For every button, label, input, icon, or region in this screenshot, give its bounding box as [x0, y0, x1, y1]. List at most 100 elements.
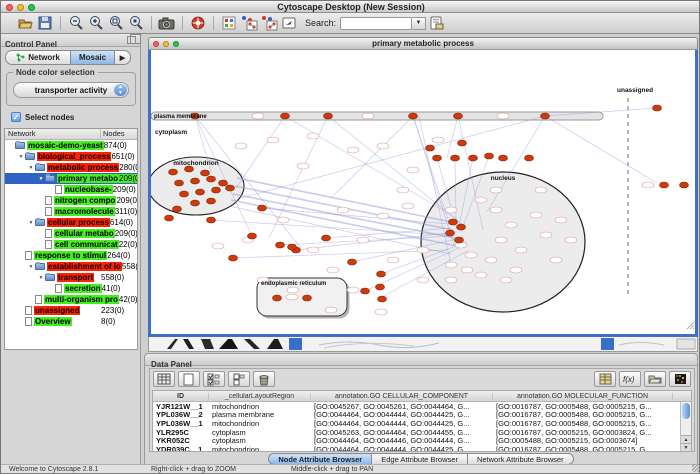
tree-row[interactable]: macromolecule311(0): [5, 206, 137, 217]
file-icon: [45, 240, 52, 249]
file-icon: [55, 284, 62, 293]
tree-row[interactable]: nucleobase-209(0): [5, 184, 137, 195]
attribute-table: ID_cellularLayoutRegionannotation.GO CEL…: [152, 390, 692, 452]
zoom-fit-icon[interactable]: [106, 14, 126, 32]
select-nodes-checkbox[interactable]: ✓: [11, 112, 21, 122]
matrix-icon[interactable]: [669, 371, 691, 387]
align-icon[interactable]: [259, 14, 279, 32]
tree-item-label: mosaic-demo-yeast: [27, 141, 104, 150]
column-header[interactable]: annotation.GO CELLULAR_COMPONENT: [311, 393, 493, 400]
tree-item-count: 8(0): [101, 317, 137, 326]
network-view-titlebar[interactable]: primary metabolic process: [148, 37, 698, 50]
tree-row[interactable]: ▼transport558(0): [5, 272, 137, 283]
tree-row[interactable]: nitrogen compo209(0): [5, 195, 137, 206]
table-icon[interactable]: [153, 371, 175, 387]
tree-item-label: secretion: [64, 284, 102, 293]
node-color-dropdown[interactable]: transporter activity ▲▼: [13, 82, 129, 98]
expander-icon[interactable]: ▼: [17, 154, 25, 160]
column-header[interactable]: ID: [153, 393, 209, 400]
save-table-icon[interactable]: [594, 371, 616, 387]
unselect-attributes-icon[interactable]: [228, 371, 250, 387]
function-builder-icon[interactable]: f(x): [619, 371, 641, 387]
tree-item-label: multi-organism pro: [44, 295, 119, 304]
new-attribute-icon[interactable]: [178, 371, 200, 387]
tree-item-label: macromolecule: [54, 207, 115, 216]
search-dropdown-arrow[interactable]: ▼: [412, 17, 426, 30]
tree-row[interactable]: ▼establishment of lo558(0): [5, 261, 137, 272]
search-config-icon[interactable]: [426, 14, 446, 32]
tree-row[interactable]: cell communicat22(0): [5, 239, 137, 250]
tree-row[interactable]: ▼ metabolic process280(0): [5, 162, 137, 173]
tree-item-count: 280(0): [119, 163, 138, 172]
tree-item-count: 209(0): [115, 229, 138, 238]
tree-item-label: unassigned: [34, 306, 80, 315]
tree-col-nodes: Nodes: [101, 129, 137, 139]
expander-icon[interactable]: ▼: [37, 275, 45, 281]
column-header[interactable]: _cellularLayoutRegion: [209, 393, 311, 400]
table-row[interactable]: YDR039C__1mitochondrion[GO:0044464, GO:0…: [153, 445, 691, 452]
file-icon: [45, 229, 52, 238]
file-icon: [35, 295, 42, 304]
scrollbar-thumb[interactable]: [682, 403, 690, 419]
scroll-up-arrow[interactable]: ▲: [681, 435, 691, 443]
help-icon[interactable]: [188, 14, 208, 32]
network-canvas[interactable]: plasma membranecytoplasmmitochondrionnuc…: [148, 50, 698, 337]
save-icon[interactable]: [35, 14, 55, 32]
tree-row[interactable]: Overview8(0): [5, 316, 137, 327]
vizmapper-icon[interactable]: [219, 14, 239, 32]
float-panel-icon[interactable]: [127, 36, 136, 44]
expander-icon[interactable]: ▼: [27, 220, 35, 226]
table-scrollbar[interactable]: ▲ ▼: [680, 402, 691, 451]
file-icon: [25, 317, 32, 326]
tab-mosaic-label: Mosaic: [79, 53, 106, 62]
scroll-down-arrow[interactable]: ▼: [681, 443, 691, 451]
tree-row[interactable]: ▼primary metabo209(0): [5, 173, 137, 184]
table-row[interactable]: YJR121W__1mitochondrion[GO:0045267, GO:0…: [153, 402, 691, 411]
folder-icon: [45, 274, 55, 281]
import-table-icon[interactable]: [644, 371, 666, 387]
network-tree-icon: [16, 53, 25, 62]
file-icon: [45, 196, 52, 205]
tab-overflow-arrow[interactable]: ▶: [115, 50, 131, 65]
tree-row[interactable]: response to stimul264(0): [5, 250, 137, 261]
tree-row[interactable]: multi-organism pro42(0): [5, 294, 137, 305]
select-attributes-icon[interactable]: [203, 371, 225, 387]
tree-item-count: 41(0): [102, 284, 138, 293]
cytoscape-window: Cytoscape Desktop (New Session) Search: …: [0, 0, 700, 474]
expander-icon[interactable]: ▼: [37, 176, 45, 182]
tree-item-count: 209(0): [113, 185, 138, 194]
resize-grip[interactable]: [692, 464, 700, 472]
delete-attribute-icon[interactable]: [253, 371, 275, 387]
tree-item-label: nitrogen compo: [54, 196, 116, 205]
expander-icon[interactable]: ▼: [27, 264, 35, 270]
folder-icon: [35, 263, 45, 270]
table-row[interactable]: YKR052Ccytoplasm[GO:0044464, GO:0044446,…: [153, 436, 691, 445]
zoom-selected-icon[interactable]: [126, 14, 146, 32]
search-input[interactable]: [340, 17, 412, 30]
tree-row[interactable]: secretion41(0): [5, 283, 137, 294]
zoom-out-icon[interactable]: [66, 14, 86, 32]
expander-icon[interactable]: ▼: [27, 165, 35, 171]
layout-icon[interactable]: [239, 14, 259, 32]
snapshot-icon[interactable]: [157, 14, 177, 32]
table-row[interactable]: YPL036W__2plasma membrane[GO:0044464, GO…: [153, 411, 691, 420]
background-window-sliver: [148, 337, 698, 352]
column-header[interactable]: annotation.GO MOLECULAR_FUNCTION: [493, 393, 673, 400]
tree-item-label: metabolic process: [47, 163, 119, 172]
open-icon[interactable]: [15, 14, 35, 32]
svg-text:plasma membrane: plasma membrane: [154, 114, 207, 120]
zoom-in-icon[interactable]: [86, 14, 106, 32]
tree-row[interactable]: cellular metabo209(0): [5, 228, 137, 239]
tree-row[interactable]: ▼biological_process651(0): [5, 151, 137, 162]
tab-network[interactable]: Network: [5, 50, 71, 65]
tab-mosaic[interactable]: Mosaic: [71, 50, 115, 65]
table-row[interactable]: YLR295Ccytoplasm[GO:0045263, GO:0044464,…: [153, 428, 691, 437]
tree-row[interactable]: ▼cellular process614(0): [5, 217, 137, 228]
dropdown-stepper-icon: ▲▼: [114, 84, 127, 96]
tree-row[interactable]: mosaic-demo-yeast874(0): [5, 140, 137, 151]
annotation-icon[interactable]: [279, 14, 299, 32]
tree-row[interactable]: unassigned223(0): [5, 305, 137, 316]
title-bar: Cytoscape Desktop (New Session): [1, 1, 700, 13]
table-row[interactable]: YPL036W__1mitochondrion[GO:0044464, GO:0…: [153, 419, 691, 428]
folder-icon: [15, 142, 25, 149]
